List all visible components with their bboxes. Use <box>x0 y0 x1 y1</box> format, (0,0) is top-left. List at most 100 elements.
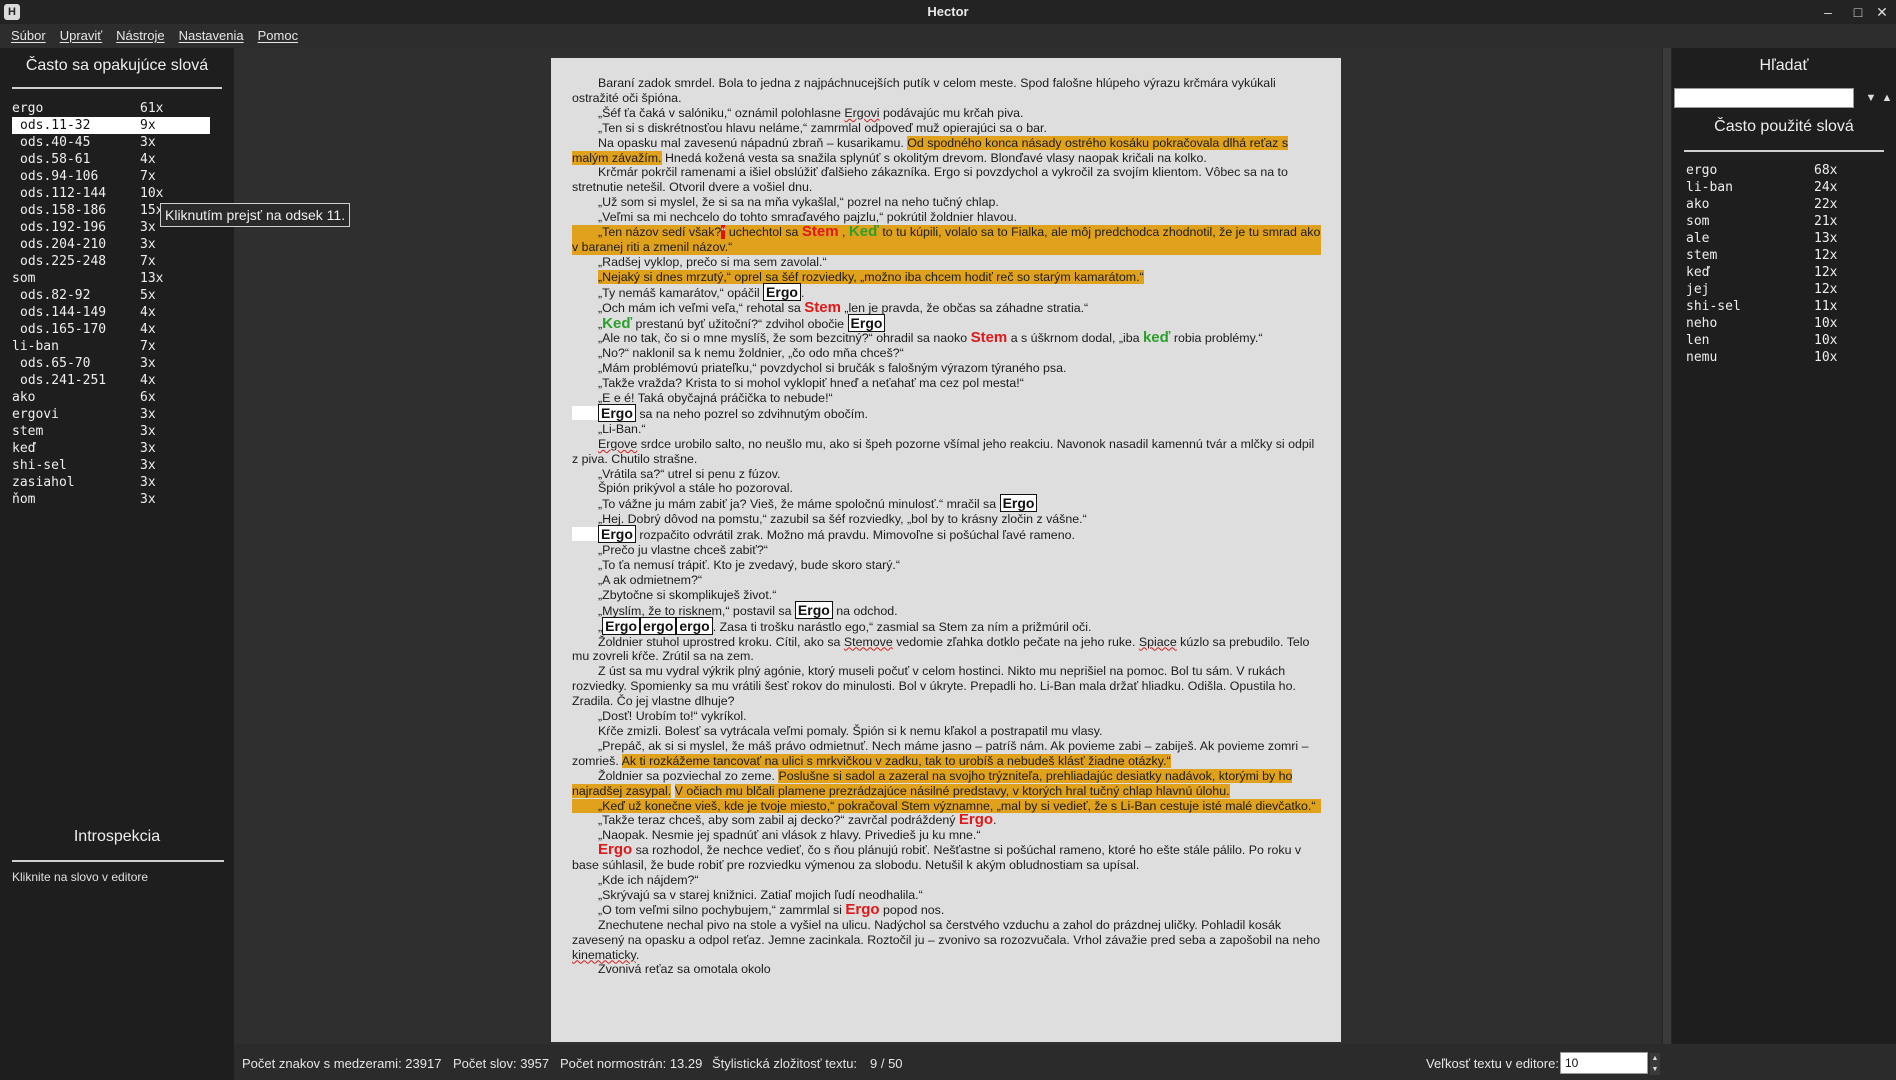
editor-page[interactable]: Baraní zadok smrdel. Bola to jedna z naj… <box>551 58 1341 1042</box>
word-count: 21x <box>1814 214 1838 229</box>
text-size-field[interactable]: 10 <box>1560 1052 1648 1074</box>
paragraph: „To vážne ju mám zabiť ja? Vieš, že máme… <box>572 494 1321 513</box>
used-words-title: Často použité slová <box>1714 118 1854 135</box>
word-label: jej <box>1686 282 1710 297</box>
list-item[interactable]: ods.94-106 7x <box>12 168 210 185</box>
menu-upravit[interactable]: Upraviť <box>53 24 109 48</box>
list-item[interactable]: ods.225-248 7x <box>12 253 210 270</box>
maximize-icon[interactable]: □ <box>1848 2 1868 22</box>
word-label: ods.40-45 <box>20 135 91 150</box>
page-count: Počet normostrán: 13.29 <box>560 1056 703 1071</box>
word-count: 3x <box>140 458 156 473</box>
list-item[interactable]: ako 22x <box>1686 196 1866 213</box>
paragraph: Špión prikývol a stále ho pozoroval. <box>598 481 793 496</box>
scrollbar-thumb[interactable] <box>1663 48 1671 1044</box>
list-item[interactable]: ods.165-170 4x <box>12 321 210 338</box>
word-count: 24x <box>1814 180 1838 195</box>
word-label: ňom <box>12 492 36 507</box>
word-count: 22x <box>1814 197 1838 212</box>
menu-bar: Súbor Upraviť Nástroje Nastavenia Pomoc <box>0 24 1896 48</box>
search-next-icon[interactable]: ▼ <box>1864 90 1878 106</box>
list-item[interactable]: ergo 68x <box>1686 162 1866 179</box>
word-label: som <box>12 271 36 286</box>
list-item[interactable]: shi-sel 11x <box>1686 298 1866 315</box>
word-label: ergo <box>12 101 44 116</box>
list-item[interactable]: ods.65-70 3x <box>12 355 210 372</box>
list-item[interactable]: ako 6x <box>12 389 210 406</box>
list-item[interactable]: keď 12x <box>1686 264 1866 281</box>
editor-area: Baraní zadok smrdel. Bola to jedna z naj… <box>234 48 1662 1044</box>
list-item[interactable]: li-ban 24x <box>1686 179 1866 196</box>
status-bar: Počet znakov s medzerami: 23917 Počet sl… <box>234 1052 1662 1076</box>
list-item[interactable]: li-ban 7x <box>12 338 210 355</box>
list-item[interactable]: stem 12x <box>1686 247 1866 264</box>
paragraph: Znechutene nechal pivo na stole a vyšiel… <box>572 917 1321 962</box>
paragraph: Kŕče zmizli. Bolesť sa vytrácala veľmi p… <box>598 723 1103 738</box>
list-item[interactable]: len 10x <box>1686 332 1866 349</box>
list-item[interactable]: ods.112-144 10x <box>12 185 210 202</box>
paragraph: „Keď už konečne vieš, kde je tvoje miest… <box>572 798 1321 814</box>
list-item[interactable]: ods.144-149 4x <box>12 304 210 321</box>
list-item[interactable]: neho 10x <box>1686 315 1866 332</box>
list-item[interactable]: ods.241-251 4x <box>12 372 210 389</box>
paragraph: „Takže teraz chceš, aby som zabil aj dec… <box>598 811 997 829</box>
list-item[interactable]: ods.58-61 4x <box>12 151 210 168</box>
list-item[interactable]: ergo 61x <box>12 100 210 117</box>
left-panel: Často sa opakujúce slová ergo 61x ods.11-3… <box>0 48 351 1080</box>
word-label: ods.204-210 <box>20 237 107 252</box>
search-input[interactable] <box>1674 88 1854 108</box>
menu-subor[interactable]: Súbor <box>4 24 53 48</box>
word-label: ods.192-196 <box>20 220 107 235</box>
list-item[interactable]: ods.40-45 3x <box>12 134 210 151</box>
menu-nastavenia[interactable]: Nastavenia <box>172 24 251 48</box>
list-item[interactable]: jej 12x <box>1686 281 1866 298</box>
word-label: ods.144-149 <box>20 305 107 320</box>
paragraph: Ergove srdce urobilo salto, no neušlo mu… <box>572 436 1315 466</box>
list-item[interactable]: stem 3x <box>12 423 210 440</box>
list-item[interactable]: ňom 3x <box>12 491 210 508</box>
list-item[interactable]: ods.82-92 5x <box>12 287 210 304</box>
menu-nastroje[interactable]: Nástroje <box>109 24 171 48</box>
spin-up-icon[interactable]: ▲ <box>1650 1053 1660 1064</box>
close-icon[interactable]: ✕ <box>1872 2 1892 22</box>
paragraph: „Takže vražda? Krista to si mohol vyklop… <box>598 376 1024 391</box>
word-label: ods.112-144 <box>20 186 107 201</box>
word-count: 13x <box>140 271 164 286</box>
paragraph: „A ak odmietnem?“ <box>598 572 702 587</box>
list-item[interactable]: som 13x <box>12 270 210 287</box>
list-item[interactable]: shi-sel 3x <box>12 457 210 474</box>
word-label: li-ban <box>1686 180 1733 195</box>
paragraph: „Prepáč, ak si si myslel, že máš právo o… <box>572 738 1309 768</box>
word-count: 10x <box>1814 316 1838 331</box>
word-label: ako <box>1686 197 1710 212</box>
word-label: ako <box>12 390 36 405</box>
word-count: 4x <box>140 152 156 167</box>
paragraph: „Kde ich nájdem?“ <box>598 873 699 888</box>
paragraph: „Veľmi sa mi nechcelo do tohto smraďavéh… <box>598 210 1017 225</box>
list-item[interactable]: ods.204-210 3x <box>12 236 210 253</box>
paragraph: Na opasku mal zavesenú nápadnú zbraň – k… <box>572 135 1289 165</box>
editor-scrollbar[interactable] <box>1662 48 1672 1044</box>
word-count: 3x <box>140 424 156 439</box>
list-item[interactable]: som 21x <box>1686 213 1866 230</box>
divider <box>12 87 222 89</box>
paragraph: Zvonivá reťaz sa omotala okolo <box>598 962 771 977</box>
paragraph: „Prečo ju vlastne chceš zabiť?“ <box>598 543 768 558</box>
list-item[interactable]: ods.11-32 9x <box>12 117 210 134</box>
minimize-icon[interactable]: – <box>1818 2 1838 22</box>
search-prev-icon[interactable]: ▲ <box>1880 90 1894 106</box>
text-size-label: Veľkosť textu v editore: <box>1426 1056 1559 1071</box>
paragraph: „Zbytočne si skomplikuješ život.“ <box>598 587 777 602</box>
list-item[interactable]: ergovi 3x <box>12 406 210 423</box>
list-item[interactable]: nemu 10x <box>1686 349 1866 366</box>
list-item[interactable]: zasiahol 3x <box>12 474 210 491</box>
menu-pomoc[interactable]: Pomoc <box>251 24 305 48</box>
word-count: 10x <box>140 186 164 201</box>
list-item[interactable]: ale 13x <box>1686 230 1866 247</box>
paragraph: „To ťa nemusí trápiť. Kto je zvedavý, bu… <box>598 558 900 572</box>
frequent-words-title: Často sa opakujúce slová <box>25 57 209 74</box>
spin-down-icon[interactable]: ▼ <box>1650 1064 1660 1075</box>
window-title: Hector <box>927 4 969 19</box>
word-count: 3x <box>140 492 156 507</box>
list-item[interactable]: keď 3x <box>12 440 210 457</box>
